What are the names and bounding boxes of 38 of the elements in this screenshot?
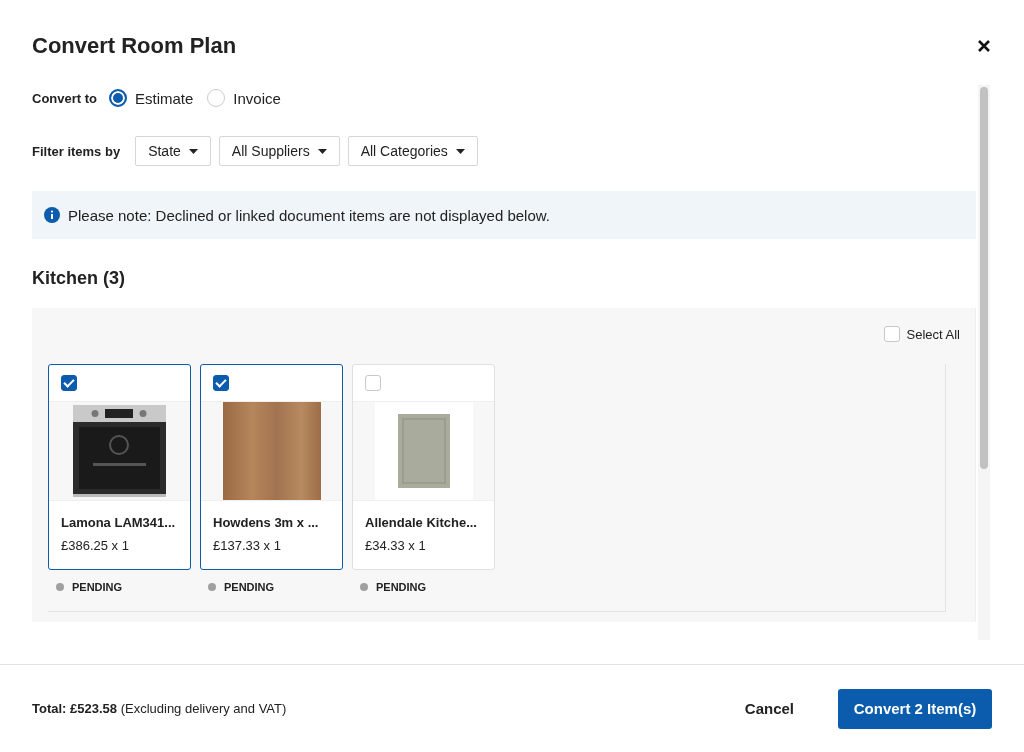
notice-text: Please note: Declined or linked document items are not displayed below. <box>68 206 550 224</box>
cancel-button[interactable]: Cancel <box>738 699 800 718</box>
convert-button[interactable]: Convert 2 Item(s) <box>838 688 992 729</box>
radio-label[interactable]: Estimate <box>135 89 194 107</box>
product-card[interactable]: Allendale Kitche... £34.33 x 1 <box>352 364 495 570</box>
item-checkbox[interactable] <box>213 375 229 391</box>
room-heading: Kitchen (3) <box>32 268 126 290</box>
filter-dropdown[interactable]: State <box>135 136 211 166</box>
status-dot <box>56 583 64 591</box>
status-label: PENDING <box>72 581 123 593</box>
product-name: Lamona LAM341... <box>61 515 177 530</box>
caret-icon <box>188 148 198 154</box>
status-label: PENDING <box>376 581 427 593</box>
caret-icon <box>455 148 465 154</box>
close-icon[interactable] <box>978 39 990 52</box>
product-card[interactable]: Lamona LAM341... £386.25 x 1 <box>48 364 191 570</box>
radio-label[interactable]: Invoice <box>233 89 281 107</box>
filter-label: Filter items by <box>32 143 121 159</box>
status-label: PENDING <box>224 581 275 593</box>
convert-to-label: Convert to <box>32 90 97 106</box>
filter-dropdown[interactable]: All Suppliers <box>218 136 340 166</box>
caret-icon <box>317 148 327 154</box>
select-all-checkbox[interactable] <box>883 326 900 342</box>
product-price: £34.33 x 1 <box>365 538 427 553</box>
select-all-label[interactable]: Select All <box>906 326 960 342</box>
info-icon <box>44 207 60 223</box>
product-price: £386.25 x 1 <box>61 538 130 553</box>
product-name: Allendale Kitche... <box>365 515 478 530</box>
product-price: £137.33 x 1 <box>213 538 282 553</box>
product-name: Howdens 3m x ... <box>213 515 320 530</box>
filter-dropdown[interactable]: All Categories <box>347 136 478 166</box>
total-text: Total: £523.58 (Excluding delivery and VAT) <box>32 701 288 716</box>
radio-button[interactable] <box>109 89 127 107</box>
product-card[interactable]: Howdens 3m x ... £137.33 x 1 <box>200 364 343 570</box>
item-checkbox[interactable] <box>61 375 77 391</box>
status-dot <box>360 583 368 591</box>
dialog-title: Convert Room Plan <box>32 32 237 59</box>
status-dot <box>208 583 216 591</box>
